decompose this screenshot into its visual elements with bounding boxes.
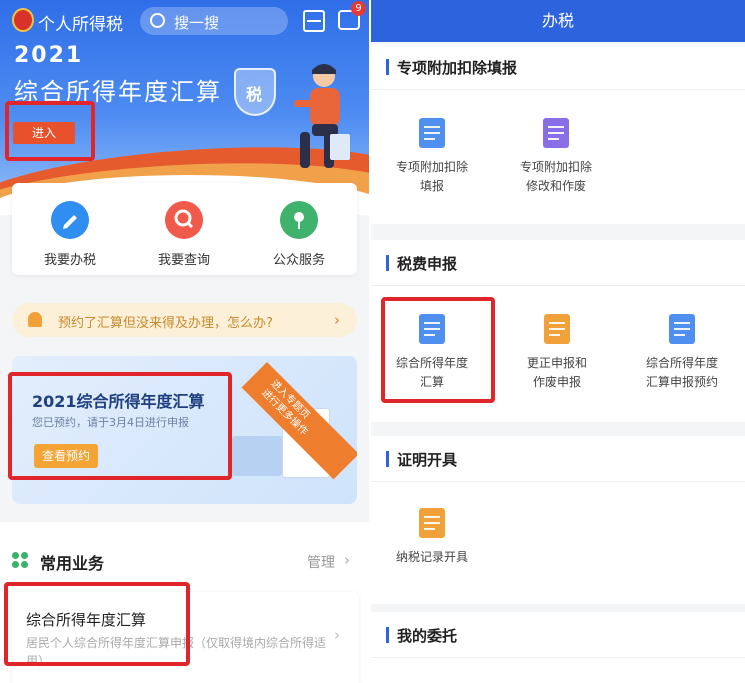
section-marker	[386, 451, 389, 467]
item-label: 纳税记录开具	[395, 550, 468, 564]
section-certificate: 证明开具 纳税记录开具	[371, 436, 745, 604]
item-label: 专项附加扣除 修改和作废	[519, 160, 592, 193]
calendar-clock-icon	[669, 314, 695, 344]
section-title: 专项附加扣除填报	[397, 59, 518, 77]
section-title: 税费申报	[397, 255, 458, 273]
section-header: 证明开具	[371, 436, 745, 482]
section-special-deduction: 专项附加扣除填报 专项附加扣除 填报 专项附加扣除 修改和作废	[371, 44, 745, 224]
notice-bar[interactable]: 预约了汇算但没来得及办理，怎么办? ›	[12, 303, 357, 337]
section-marker	[386, 59, 389, 75]
chevron-right-icon: ›	[334, 626, 340, 644]
chevron-right-icon: ›	[334, 311, 340, 329]
search-icon	[150, 13, 165, 28]
deduction-modify-item[interactable]: 专项附加扣除 修改和作废	[501, 118, 611, 196]
message-badge: 9	[351, 1, 366, 16]
highlight-enter	[5, 101, 95, 161]
quick-actions-card: 我要办税 我要查询 公众服务	[12, 183, 357, 275]
chevron-right-icon: ›	[344, 551, 350, 569]
top-bar: 个人所得税 搜一搜 9	[0, 0, 371, 44]
section-header: 我的委托	[371, 612, 745, 658]
certificate-icon	[419, 508, 445, 538]
section-header: 专项附加扣除填报	[371, 44, 745, 90]
search-icon	[165, 201, 203, 239]
right-screen: 办税 专项附加扣除填报 专项附加扣除 填报 专项附加扣除 修改和作废 税费申报 …	[371, 0, 745, 683]
highlight-promo	[8, 372, 232, 480]
highlight-common-item	[4, 582, 190, 666]
quick-action-label: 我要办税	[43, 253, 96, 268]
flower-icon	[280, 201, 318, 239]
tax-shield-icon: 税	[234, 68, 276, 116]
section-my-delegation: 我的委托	[371, 612, 745, 683]
app-title: 个人所得税	[38, 15, 123, 35]
highlight-annual-settlement	[381, 297, 495, 403]
deduction-fill-item[interactable]: 专项附加扣除 填报	[377, 118, 487, 196]
section-header: 税费申报	[371, 240, 745, 286]
person-illustration	[294, 64, 350, 168]
item-label: 更正申报和 作废申报	[526, 356, 587, 389]
ribbon-text: 进入专题页 进行更多操作	[259, 378, 312, 438]
settlement-reservation-item[interactable]: 综合所得年度 汇算申报预约	[627, 314, 737, 392]
quick-action-label: 公众服务	[272, 253, 325, 268]
hero-year: 2021	[14, 43, 84, 68]
form-settings-icon	[543, 118, 569, 148]
tax-emblem-icon	[12, 8, 34, 32]
left-screen: 个人所得税 搜一搜 9 2021 综合所得年度汇算 税 进入 我要办税 我要查询…	[0, 0, 371, 683]
document-cancel-icon	[544, 314, 570, 344]
manage-link[interactable]: 管理	[307, 552, 335, 572]
scan-icon[interactable]	[303, 10, 325, 32]
quick-action-tax[interactable]: 我要办税	[30, 201, 110, 268]
laptop-illustration	[232, 436, 282, 476]
quick-action-query[interactable]: 我要查询	[144, 201, 224, 268]
section-marker	[386, 627, 389, 643]
item-label: 综合所得年度 汇算申报预约	[645, 356, 718, 389]
tax-record-item[interactable]: 纳税记录开具	[377, 508, 487, 567]
pencil-icon	[51, 201, 89, 239]
section-marker	[386, 255, 389, 271]
quick-action-label: 我要查询	[157, 253, 210, 268]
shield-text: 税	[246, 85, 263, 104]
quick-action-service[interactable]: 公众服务	[259, 201, 339, 268]
bell-icon	[28, 312, 42, 327]
notice-text: 预约了汇算但没来得及办理，怎么办?	[58, 316, 273, 331]
section-title: 我的委托	[397, 627, 458, 645]
correction-item[interactable]: 更正申报和 作废申报	[502, 314, 612, 392]
search-placeholder: 搜一搜	[174, 14, 220, 32]
search-input[interactable]: 搜一搜	[140, 7, 288, 35]
form-edit-icon	[419, 118, 445, 148]
common-services-title: 常用业务	[40, 554, 105, 573]
section-title: 证明开具	[397, 451, 458, 469]
item-label: 专项附加扣除 填报	[395, 160, 468, 193]
page-title: 办税	[371, 0, 745, 42]
clover-icon	[12, 552, 28, 568]
